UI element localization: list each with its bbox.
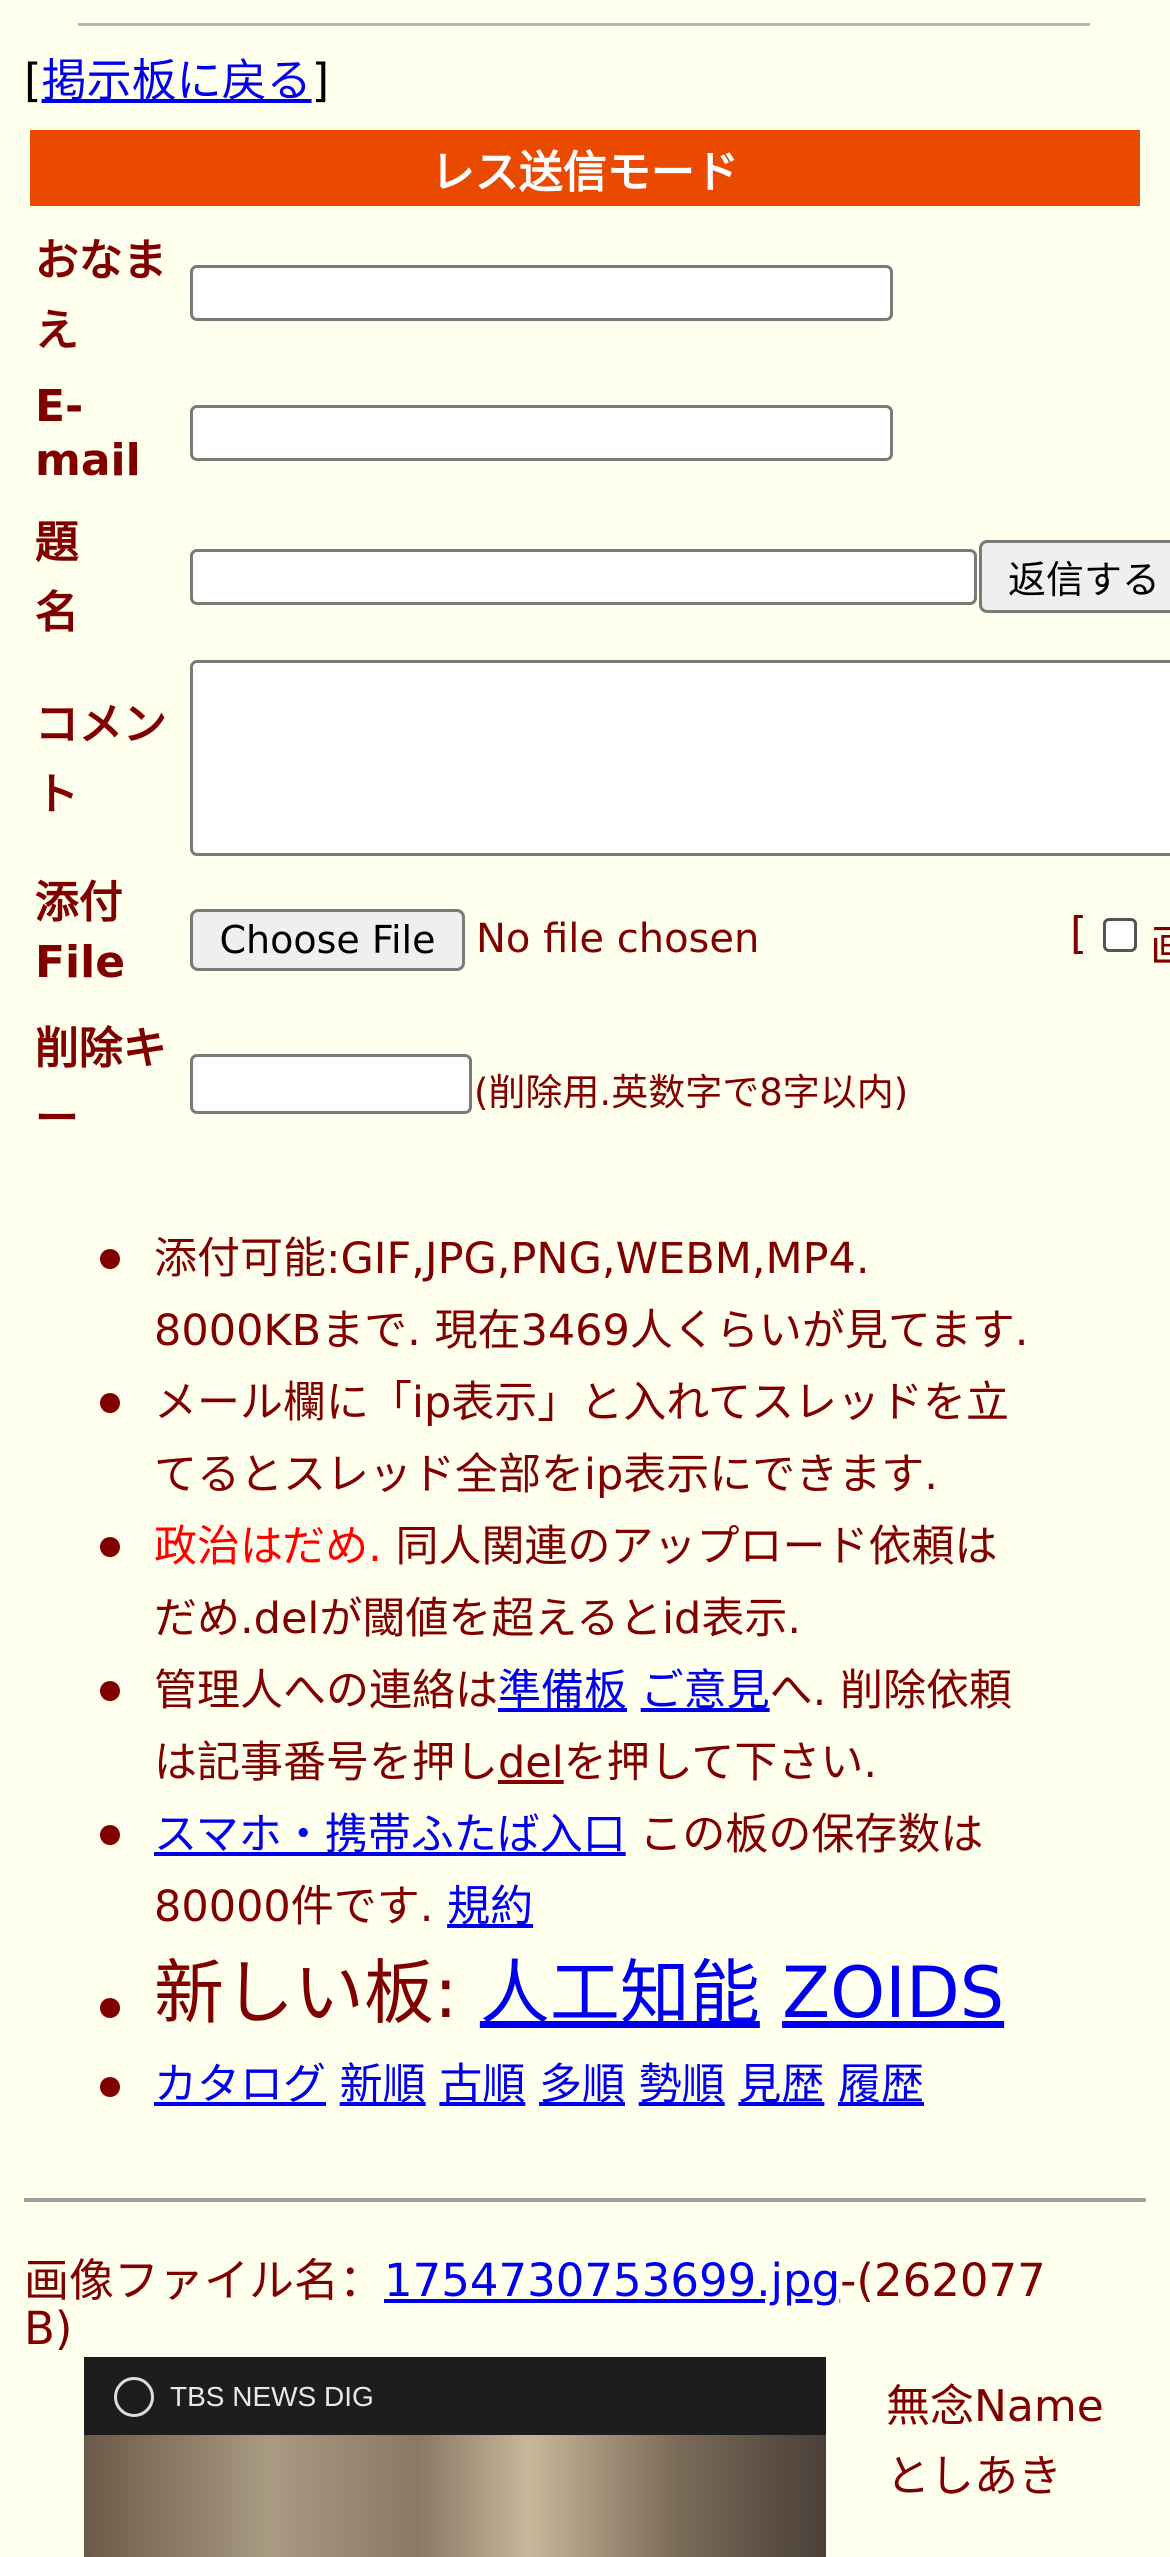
storage-count: 80000件です. <box>154 1882 434 1932</box>
notice-contact-cont: は記事番号を押しdelを押して下さい. <box>154 1742 877 1785</box>
poster-handle: としあき <box>886 2451 1062 2502</box>
prep-board-link[interactable]: 準備板 <box>498 1666 627 1716</box>
notice-ip-display: メール欄に「ip表示」と入れてスレッドを立 <box>154 1378 1009 1428</box>
contact-text: 管理人への連絡は <box>154 1666 498 1716</box>
reply-mode-banner: レス送信モード <box>30 130 1140 206</box>
globe-icon <box>114 2377 154 2417</box>
bullet <box>100 1998 120 2018</box>
no-politics-text: 政治はだめ. <box>154 1522 382 1572</box>
catalog-link[interactable]: カタログ <box>154 2060 326 2110</box>
bullet <box>100 1681 120 1701</box>
back-to-board-link[interactable]: 掲示板に戻る <box>42 54 312 107</box>
terms-link[interactable]: 規約 <box>447 1882 533 1932</box>
post-history-link[interactable]: 履歴 <box>838 2060 924 2110</box>
notice-new-boards: 新しい板: 人工知能 ZOIDS <box>154 1958 1004 2028</box>
storage-text: この板の保存数は <box>625 1810 984 1860</box>
deletion-request-text: へ. 削除依頼 <box>769 1666 1013 1716</box>
bullet <box>100 1393 120 1413</box>
choose-file-button[interactable]: Choose File <box>190 909 465 971</box>
sort-momentum-link[interactable]: 勢順 <box>639 2060 725 2110</box>
name-input[interactable] <box>190 265 893 321</box>
image-option-bracket: [ <box>1070 908 1088 959</box>
back-to-board: [掲示板に戻る] <box>24 58 329 103</box>
image-file-line: 画像ファイル名：1754730753699.jpg-(262077 <box>24 2244 1046 2309</box>
image-file-size: -(262077 <box>840 2254 1046 2307</box>
notice-attach-types: 添付可能:GIF,JPG,PNG,WEBM,MP4. <box>154 1234 870 1284</box>
bullet <box>100 1537 120 1557</box>
notice-mobile: スマホ・携帯ふたば入口 この板の保存数は <box>154 1814 983 1857</box>
notice-viewers: 8000KBまで. 現在3469人くらいが見てます. <box>154 1306 1029 1356</box>
image-file-link[interactable]: 1754730753699.jpg <box>384 2254 840 2307</box>
ai-board-link[interactable]: 人工知能 <box>480 1952 760 2034</box>
delkey-label: 削除キー <box>35 1023 167 1144</box>
thumbnail-image <box>84 2435 826 2557</box>
section-divider <box>24 2198 1146 2202</box>
notice-del-threshold: だめ.delが閾値を超えるとid表示. <box>154 1594 801 1644</box>
email-input[interactable] <box>190 405 893 461</box>
notice-contact: 管理人への連絡は準備板 ご意見へ. 削除依頼 <box>154 1670 1012 1713</box>
view-history-link[interactable]: 見歴 <box>738 2060 824 2110</box>
feedback-link[interactable]: ご意見 <box>641 1666 770 1716</box>
image-option-label: 画 <box>1150 910 1170 974</box>
comment-textarea[interactable] <box>190 660 1170 856</box>
sort-many-link[interactable]: 多順 <box>539 2060 625 2110</box>
attach-label: 添付 File <box>35 877 126 988</box>
bullet <box>100 1825 120 1845</box>
notice-rules: 政治はだめ. 同人関連のアップロード依頼は <box>154 1526 997 1569</box>
thumbnail-brand: TBS NEWS DIG <box>170 2381 374 2412</box>
email-label: E-mail <box>35 381 141 486</box>
delete-key-input[interactable] <box>190 1054 472 1114</box>
no-file-chosen: No file chosen <box>476 916 760 962</box>
sort-nav: カタログ 新順 古順 多順 勢順 見歴 履歴 <box>154 2064 924 2107</box>
image-file-label: 画像ファイル名： <box>24 2254 385 2307</box>
bullet <box>100 2077 120 2097</box>
bracket-close: ] <box>311 54 330 107</box>
zoids-board-link[interactable]: ZOIDS <box>782 1952 1004 2034</box>
doujin-text: 同人関連のアップロード依頼は <box>381 1522 998 1572</box>
comment-label: コメント <box>35 699 167 820</box>
post-thumbnail[interactable]: TBS NEWS DIG <box>84 2357 826 2557</box>
subject-label: 題名 <box>35 517 79 638</box>
mobile-entrance-link[interactable]: スマホ・携帯ふたば入口 <box>154 1810 626 1860</box>
thumbnail-header: TBS NEWS DIG <box>84 2357 826 2435</box>
name-label: おなまえ <box>35 235 167 356</box>
poster-name: 無念Name <box>886 2381 1104 2432</box>
reply-button[interactable]: 返信する <box>979 540 1170 613</box>
new-boards-label: 新しい板: <box>154 1952 458 2034</box>
delete-key-note: (削除用.英数字で8字以内) <box>474 1071 909 1114</box>
image-file-size-unit: B) <box>24 2302 73 2355</box>
image-option-checkbox[interactable] <box>1103 918 1137 952</box>
top-divider <box>78 23 1090 26</box>
notice-storage: 80000件です. 規約 <box>154 1886 533 1929</box>
bullet <box>100 1249 120 1269</box>
notice-ip-display-cont: てるとスレッド全部をip表示にできます. <box>154 1450 938 1500</box>
post-number-text: は記事番号を押し <box>154 1738 498 1788</box>
sort-new-link[interactable]: 新順 <box>340 2060 426 2110</box>
sort-old-link[interactable]: 古順 <box>439 2060 525 2110</box>
subject-input[interactable] <box>190 549 977 605</box>
bracket-open: [ <box>24 54 42 107</box>
press-text: を押して下さい. <box>563 1738 878 1788</box>
del-link[interactable]: del <box>498 1738 564 1788</box>
